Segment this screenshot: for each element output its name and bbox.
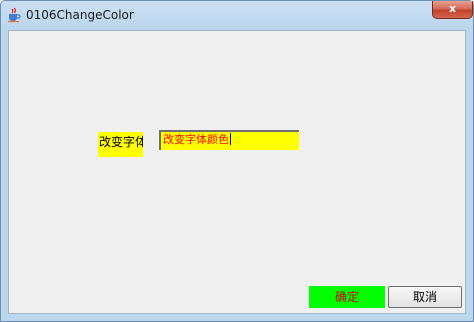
title-bar[interactable]: 0106ChangeColor x xyxy=(1,1,473,29)
change-font-label: 改变字体 xyxy=(98,132,143,157)
font-color-input[interactable]: 改变字体颜色 xyxy=(159,130,299,150)
java-cup-icon xyxy=(8,7,21,23)
text-caret xyxy=(230,133,231,145)
font-color-input-value: 改变字体颜色 xyxy=(163,133,229,146)
app-window: 0106ChangeColor x 改变字体 改变字体颜色 确定 取消 xyxy=(0,0,474,322)
content-panel: 改变字体 改变字体颜色 确定 取消 xyxy=(8,30,466,314)
close-button[interactable]: x xyxy=(432,1,473,19)
window-title: 0106ChangeColor xyxy=(26,8,134,22)
cancel-button[interactable]: 取消 xyxy=(388,286,462,308)
ok-button[interactable]: 确定 xyxy=(309,286,385,308)
close-icon: x xyxy=(448,2,457,15)
